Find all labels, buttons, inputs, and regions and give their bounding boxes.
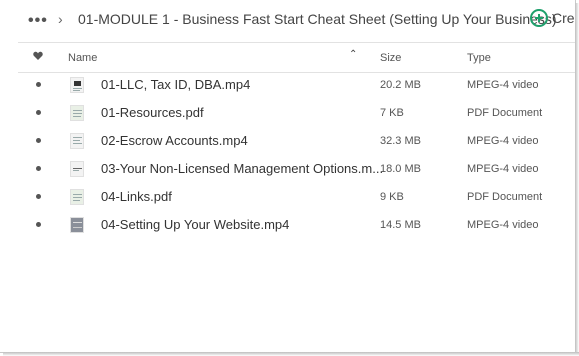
plus-circle-icon (530, 9, 548, 27)
column-header-type[interactable]: Type (467, 52, 491, 64)
file-row[interactable]: 01-Resources.pdf 7 KB PDF Document (18, 99, 575, 127)
file-size: 20.2 MB (380, 79, 421, 91)
file-size: 7 KB (380, 107, 404, 119)
video-thumbnail-icon (70, 161, 84, 177)
file-name[interactable]: 01-Resources.pdf (101, 105, 204, 120)
column-header-size[interactable]: Size (380, 52, 401, 64)
create-button[interactable]: Cre (530, 9, 575, 27)
favorite-dot[interactable] (36, 166, 41, 171)
more-horizontal-icon[interactable]: ••• (28, 12, 48, 30)
file-row[interactable]: 02-Escrow Accounts.mp4 32.3 MB MPEG-4 vi… (18, 127, 575, 155)
window-shadow-bottom (3, 352, 579, 356)
window-shadow-right (575, 3, 579, 356)
favorite-dot[interactable] (36, 138, 41, 143)
pdf-thumbnail-icon (70, 189, 84, 205)
file-name[interactable]: 04-Links.pdf (101, 189, 172, 204)
favorite-dot[interactable] (36, 110, 41, 115)
video-thumbnail-icon (70, 77, 84, 93)
caret-up-icon[interactable]: ⌃ (349, 49, 357, 60)
video-thumbnail-icon (70, 133, 84, 149)
file-size: 18.0 MB (380, 163, 421, 175)
heart-icon[interactable] (33, 51, 43, 61)
file-row[interactable]: 04-Links.pdf 9 KB PDF Document (18, 183, 575, 211)
file-name[interactable]: 04-Setting Up Your Website.mp4 (101, 217, 289, 232)
file-row[interactable]: 04-Setting Up Your Website.mp4 14.5 MB M… (18, 211, 575, 239)
create-button-label: Cre (552, 10, 575, 26)
file-type: MPEG-4 video (467, 79, 539, 91)
file-row[interactable]: 01-LLC, Tax ID, DBA.mp4 20.2 MB MPEG-4 v… (18, 71, 575, 99)
file-browser-window: ••• › 01-MODULE 1 - Business Fast Start … (0, 0, 576, 353)
file-type: MPEG-4 video (467, 219, 539, 231)
file-name[interactable]: 02-Escrow Accounts.mp4 (101, 133, 248, 148)
file-row[interactable]: 03-Your Non-Licensed Management Options.… (18, 155, 575, 183)
header-divider (18, 42, 575, 43)
folder-title: 01-MODULE 1 - Business Fast Start Cheat … (78, 11, 557, 27)
column-header-name[interactable]: Name (68, 52, 97, 64)
file-type: MPEG-4 video (467, 135, 539, 147)
file-name[interactable]: 03-Your Non-Licensed Management Options.… (101, 161, 383, 176)
favorite-dot[interactable] (36, 194, 41, 199)
pdf-thumbnail-icon (70, 105, 84, 121)
file-size: 14.5 MB (380, 219, 421, 231)
file-type: MPEG-4 video (467, 163, 539, 175)
file-name[interactable]: 01-LLC, Tax ID, DBA.mp4 (101, 77, 250, 92)
favorite-dot[interactable] (36, 82, 41, 87)
chevron-right-icon: › (58, 11, 63, 27)
folder-header: ••• › 01-MODULE 1 - Business Fast Start … (0, 0, 575, 40)
favorite-dot[interactable] (36, 222, 41, 227)
file-type: PDF Document (467, 191, 543, 203)
file-size: 32.3 MB (380, 135, 421, 147)
file-type: PDF Document (467, 107, 543, 119)
column-header-row: Name ⌃ Size Type (0, 44, 575, 72)
file-size: 9 KB (380, 191, 404, 203)
video-thumbnail-icon (70, 217, 84, 233)
